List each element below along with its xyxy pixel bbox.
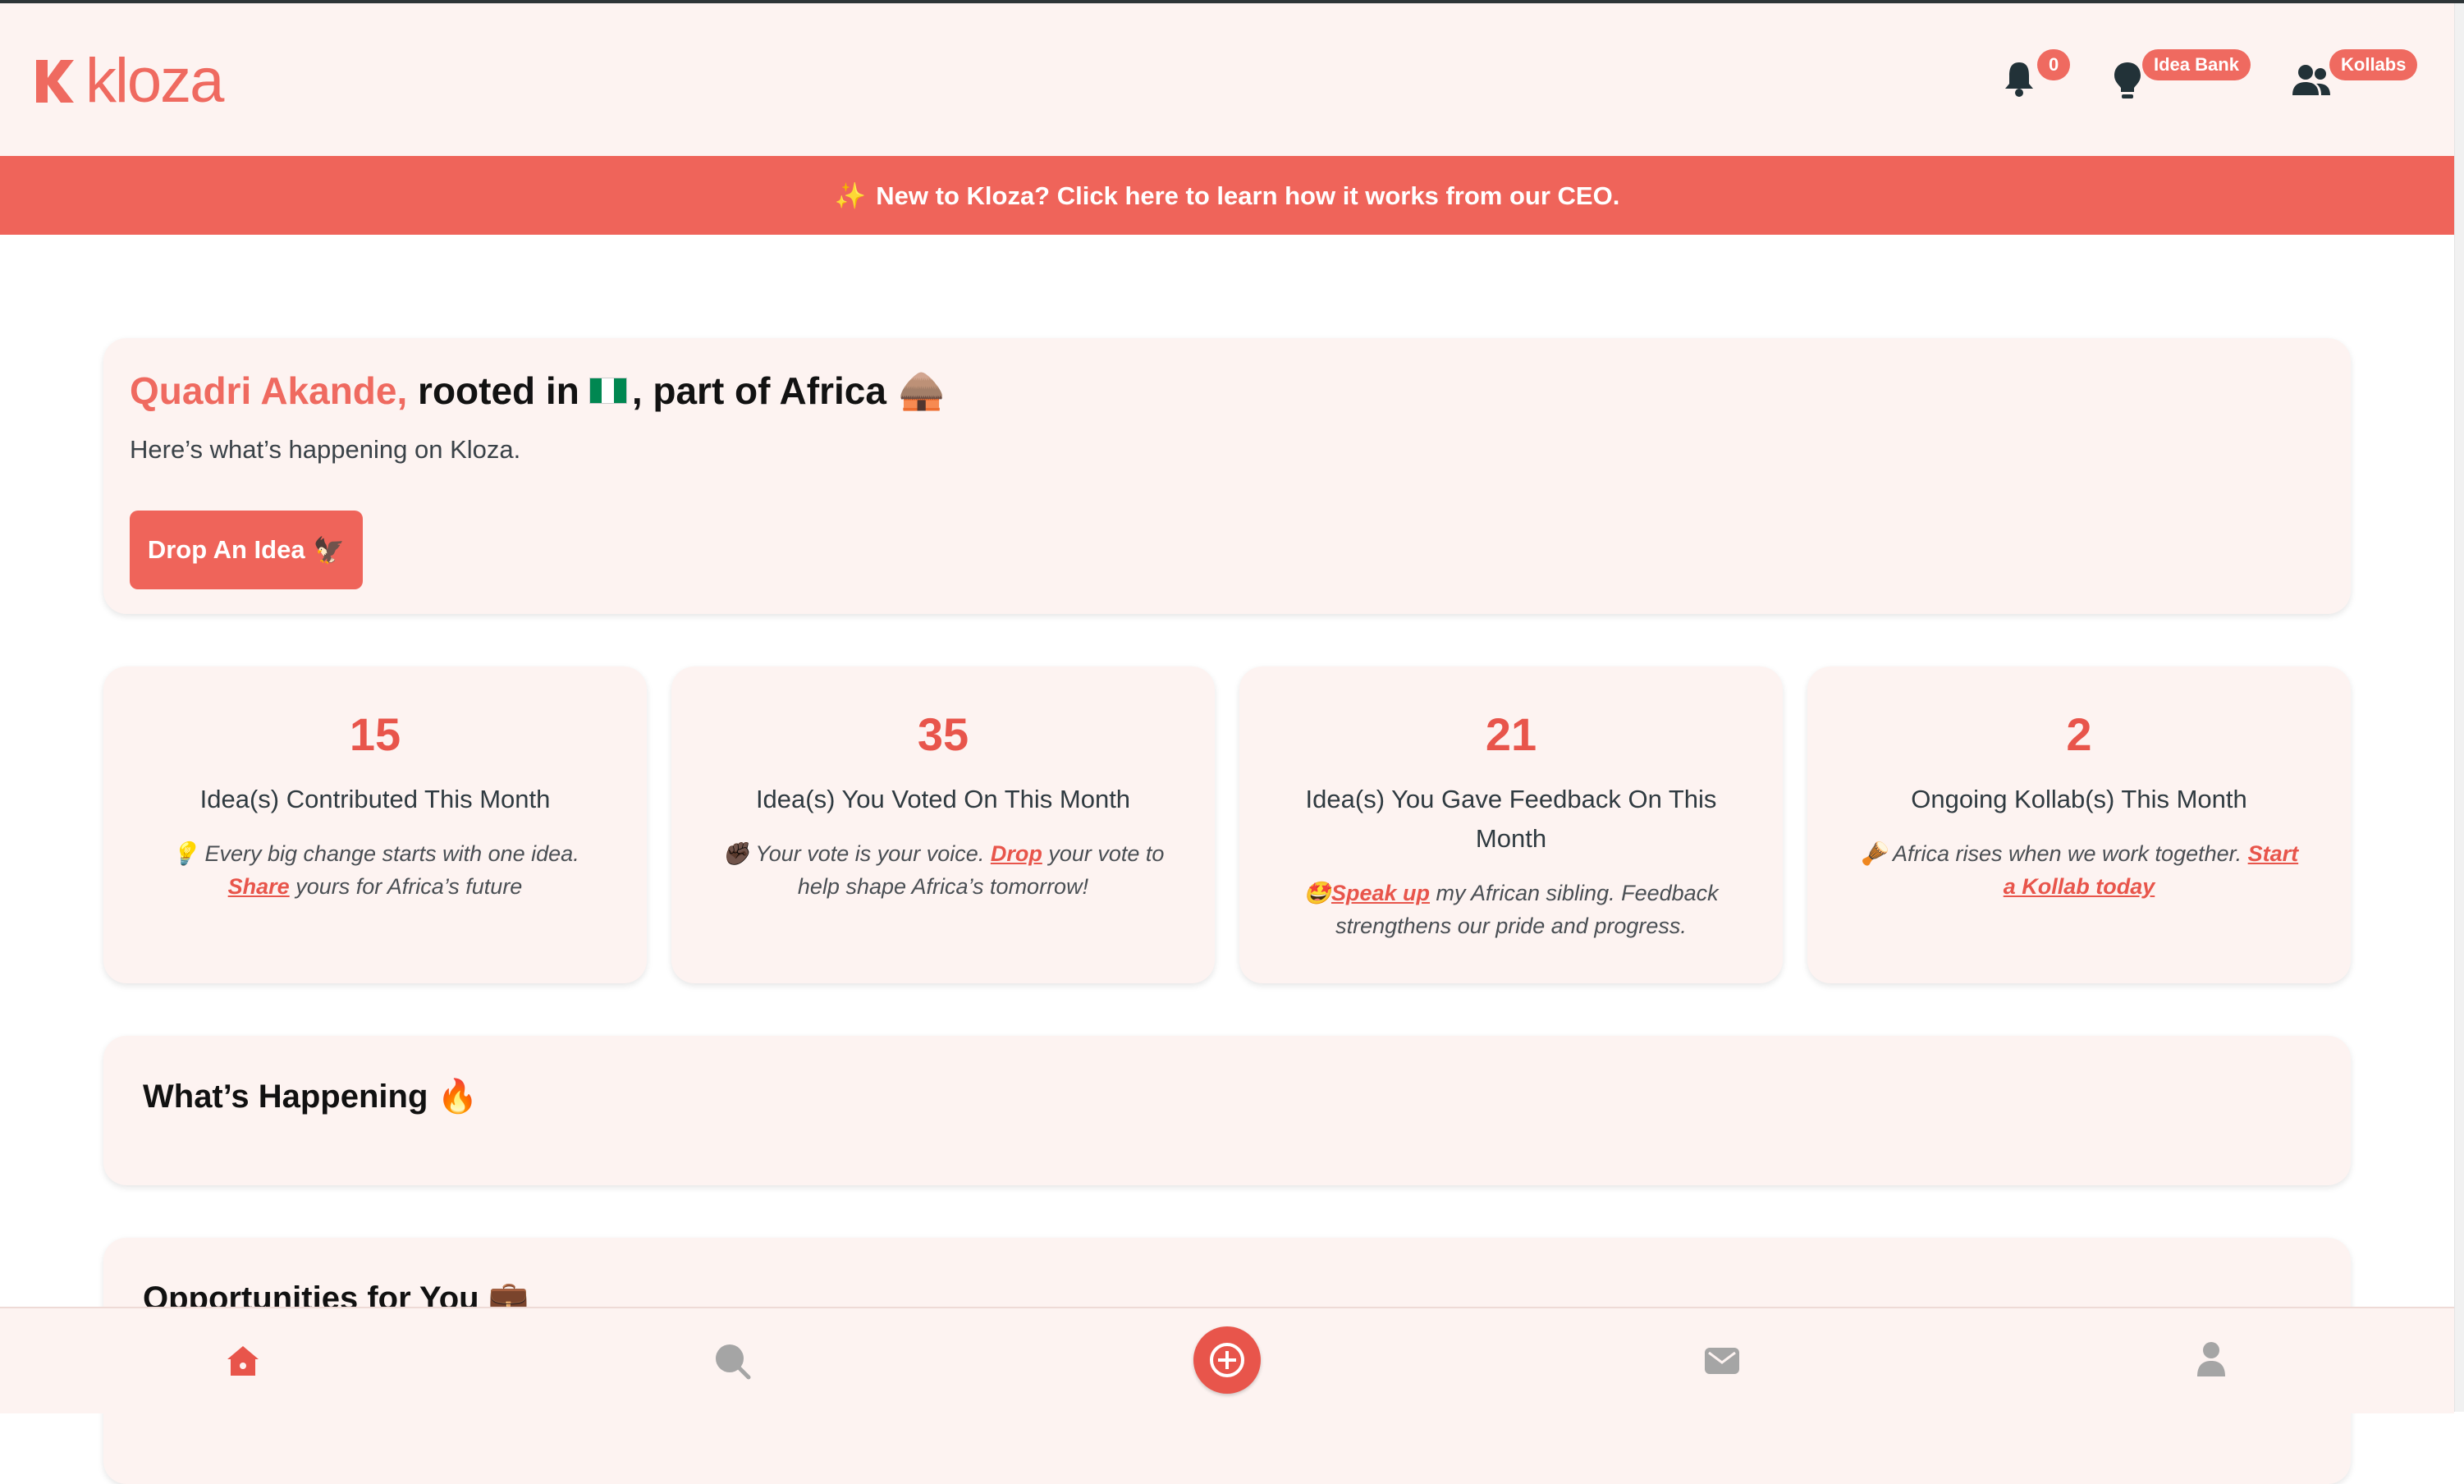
stat-note-text: Africa rises when we work together. — [1892, 841, 2242, 866]
africa-text: , part of Africa — [631, 369, 886, 412]
user-name: Quadri Akande, — [130, 369, 408, 412]
search-icon — [716, 1344, 751, 1380]
users-icon — [2292, 65, 2330, 95]
nav-profile[interactable] — [2191, 1338, 2231, 1381]
idea-bank-label: Idea Bank — [2142, 49, 2251, 81]
nav-create-button[interactable] — [1193, 1326, 1261, 1394]
drop-vote-link[interactable]: Drop — [991, 841, 1042, 866]
top-header: kloza 0 Idea Bank Kollabs — [0, 3, 2454, 158]
speak-up-link[interactable]: Speak up — [1331, 881, 1430, 905]
sparkle-icon: ✨ — [834, 181, 867, 210]
nav-search[interactable] — [712, 1341, 752, 1381]
stat-note: 💡 Every big change starts with one idea.… — [153, 837, 598, 903]
welcome-subtitle: Here’s what’s happening on Kloza. — [130, 435, 521, 464]
stat-card-voted: 35 Idea(s) You Voted On This Month ✊🏿 Yo… — [671, 666, 1215, 983]
mail-icon — [1705, 1348, 1739, 1374]
drop-idea-button[interactable]: Drop An Idea 🦅 — [130, 511, 363, 589]
welcome-title: Quadri Akande, rooted in , part of Afric… — [130, 368, 945, 413]
stat-note: 🤩Speak up my African sibling. Feedback s… — [1289, 877, 1734, 942]
stat-card-feedback: 21 Idea(s) You Gave Feedback On This Mon… — [1239, 666, 1783, 983]
section-title: What’s Happening 🔥 — [143, 1077, 478, 1115]
profile-icon — [2197, 1342, 2225, 1376]
stat-note-text: Every big change starts with one idea. — [204, 841, 579, 866]
share-link[interactable]: Share — [228, 874, 290, 899]
eagle-icon: 🦅 — [313, 535, 346, 565]
lightbulb-icon — [2114, 62, 2141, 98]
banner-link[interactable]: ✨ New to Kloza? Click here to learn how i… — [835, 181, 1620, 211]
stat-note-text: Your vote is your voice. — [755, 841, 985, 866]
fist-icon: ✊🏿 — [721, 841, 750, 866]
lightbulb-emoji-icon: 💡 — [171, 841, 199, 866]
bottom-navigation — [0, 1307, 2454, 1413]
stat-value: 35 — [917, 708, 969, 760]
ceo-intro-banner[interactable]: ✨ New to Kloza? Click here to learn how i… — [0, 156, 2454, 235]
stat-note: 🪘 Africa rises when we work together. St… — [1857, 837, 2301, 903]
brand-name: kloza — [85, 46, 224, 116]
section-title-text: What’s Happening — [143, 1079, 428, 1115]
home-icon — [227, 1346, 259, 1376]
stat-label: Idea(s) Contributed This Month — [199, 785, 551, 813]
kloza-logo[interactable]: kloza — [33, 46, 224, 116]
hut-icon: 🛖 — [897, 369, 946, 411]
whats-happening-section: What’s Happening 🔥 — [103, 1036, 2351, 1185]
plus-icon — [1210, 1343, 1244, 1377]
kloza-logo-icon — [36, 60, 74, 103]
notification-count-badge: 0 — [2037, 49, 2071, 81]
rooted-text: rooted in — [418, 369, 579, 412]
nav-home[interactable] — [223, 1341, 263, 1381]
stat-label: Idea(s) You Gave Feedback On This Month — [1305, 785, 1717, 853]
stat-value: 2 — [2066, 708, 2092, 760]
drum-icon: 🪘 — [1859, 841, 1888, 866]
page-scrollbar[interactable] — [2454, 3, 2464, 1412]
stat-card-kollabs: 2 Ongoing Kollab(s) This Month 🪘 Africa … — [1807, 666, 2351, 983]
stat-label: Idea(s) You Voted On This Month — [755, 785, 1131, 813]
nav-messages[interactable] — [1702, 1341, 1742, 1381]
bell-icon — [2005, 62, 2033, 97]
stat-note-text: yours for Africa’s future — [295, 874, 523, 899]
fire-icon: 🔥 — [437, 1079, 479, 1115]
stat-value: 21 — [1485, 708, 1537, 760]
stat-value: 15 — [349, 708, 401, 760]
stat-label: Ongoing Kollab(s) This Month — [1911, 785, 2247, 813]
stat-card-contributed: 15 Idea(s) Contributed This Month 💡 Ever… — [103, 666, 647, 983]
nigeria-flag-icon — [589, 377, 627, 404]
kollabs-label: Kollabs — [2329, 49, 2418, 81]
drop-idea-label: Drop An Idea — [147, 535, 305, 564]
welcome-card: Quadri Akande, rooted in , part of Afric… — [103, 338, 2351, 614]
star-eyes-icon: 🤩 — [1303, 881, 1331, 905]
stat-note: ✊🏿 Your vote is your voice. Drop your vo… — [721, 837, 1166, 903]
banner-text: New to Kloza? Click here to learn how it… — [876, 181, 1620, 210]
